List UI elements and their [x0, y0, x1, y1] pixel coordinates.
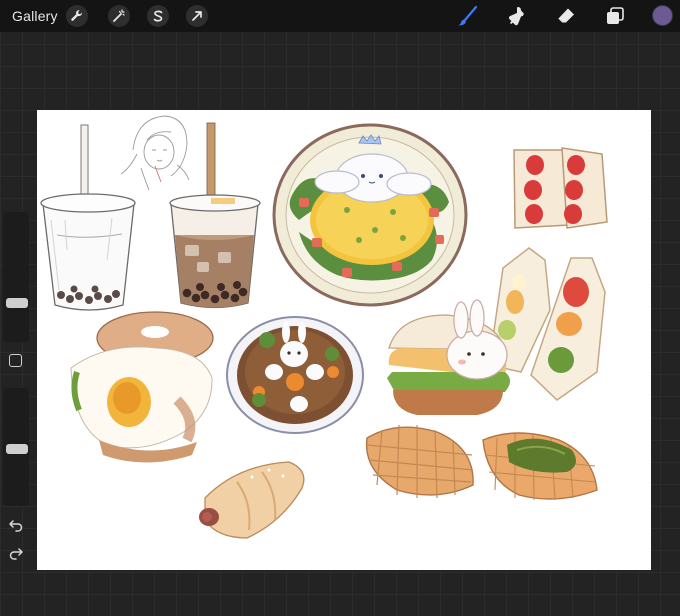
bubble-tea-milk — [169, 122, 261, 309]
bunny-burger — [387, 299, 510, 415]
waffle-greens — [482, 432, 598, 501]
undo-icon[interactable] — [8, 518, 24, 532]
omurice-plate — [272, 123, 468, 307]
bunny-curry-bowl — [226, 316, 364, 434]
drawing-canvas[interactable] — [37, 110, 651, 570]
strawberry-sandwich — [513, 147, 608, 229]
bagel-egg-sandwich — [70, 311, 214, 463]
left-sidebar — [2, 212, 29, 568]
waffle-plain — [365, 424, 474, 499]
brush-size-slider[interactable] — [3, 212, 29, 342]
magic-wand-icon[interactable] — [108, 5, 130, 27]
sausage-roll — [199, 461, 305, 539]
eraser-icon[interactable] — [554, 4, 578, 28]
artwork — [40, 115, 608, 539]
bubble-tea-sketch — [40, 124, 136, 311]
girl-sketch — [120, 115, 190, 191]
opacity-thumb[interactable] — [6, 444, 28, 454]
layers-icon[interactable] — [603, 4, 627, 28]
brush-icon[interactable] — [456, 4, 480, 28]
transform-arrow-icon[interactable] — [186, 5, 208, 27]
selection-icon[interactable] — [147, 5, 169, 27]
color-swatch[interactable] — [652, 5, 673, 26]
opacity-slider[interactable] — [3, 388, 29, 506]
top-toolbar: Gallery — [0, 0, 680, 32]
redo-icon[interactable] — [8, 546, 24, 560]
modify-button[interactable] — [9, 354, 22, 367]
smudge-icon[interactable] — [505, 4, 529, 28]
gallery-button[interactable]: Gallery — [12, 8, 58, 24]
wrench-icon[interactable] — [66, 5, 88, 27]
brush-size-thumb[interactable] — [6, 298, 28, 308]
